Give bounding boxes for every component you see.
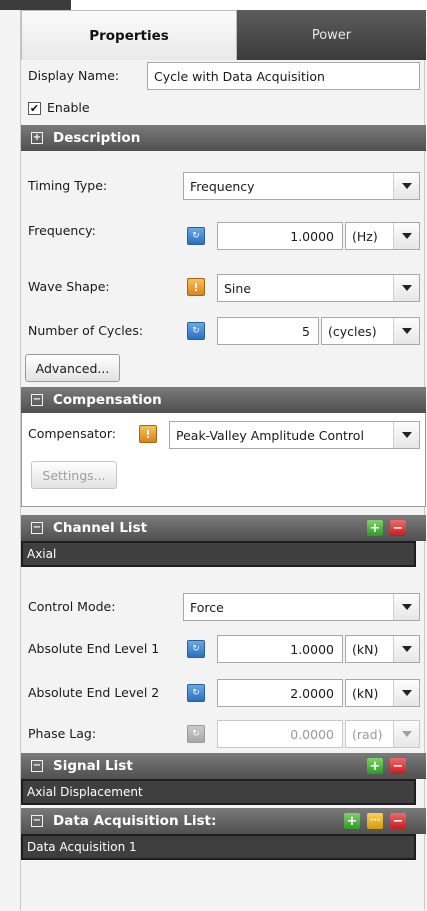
signal-list-section-header[interactable]: − Signal List + −: [21, 753, 426, 779]
cycles-unit-select[interactable]: (cycles): [321, 317, 420, 345]
timing-type-select[interactable]: Frequency: [183, 172, 420, 200]
more-options-icon[interactable]: ···: [367, 813, 383, 829]
chevron-down-icon: [401, 233, 412, 239]
collapse-icon[interactable]: −: [31, 815, 43, 827]
frequency-input[interactable]: 1.0000: [217, 222, 343, 250]
frequency-unit-dropdown-arrow[interactable]: [393, 223, 419, 249]
phase-lag-label: Phase Lag:: [28, 726, 97, 741]
absolute-end-level-1-input[interactable]: 1.0000: [217, 635, 343, 663]
collapse-icon[interactable]: −: [31, 522, 43, 534]
wave-shape-dropdown-arrow[interactable]: [393, 275, 419, 301]
chevron-down-icon: [401, 690, 412, 696]
frequency-unit-select[interactable]: (Hz): [345, 222, 420, 250]
description-section-header[interactable]: + Description: [21, 125, 426, 151]
data-acquisition-section-header[interactable]: − Data Acquisition List: + ··· −: [21, 808, 426, 834]
chevron-down-icon: [401, 285, 412, 291]
phase-lag-unit-value: (rad): [352, 726, 383, 742]
expand-icon[interactable]: +: [31, 132, 43, 144]
chevron-down-icon: [401, 183, 412, 189]
end-level-1-unit-select[interactable]: (kN): [345, 635, 420, 663]
display-name-input[interactable]: Cycle with Data Acquisition: [147, 62, 420, 90]
chevron-down-icon: [401, 731, 412, 737]
add-data-acquisition-icon[interactable]: +: [344, 813, 360, 829]
compensator-dropdown-arrow[interactable]: [393, 422, 419, 448]
enable-label: Enable: [47, 100, 90, 115]
collapse-icon[interactable]: −: [31, 760, 43, 772]
remove-signal-icon[interactable]: −: [390, 758, 406, 774]
wave-shape-select[interactable]: Sine: [217, 274, 420, 302]
display-name-label: Display Name:: [28, 68, 120, 83]
end-level-1-unit-dropdown-arrow[interactable]: [393, 636, 419, 662]
top-bar-dark-strip: [0, 0, 71, 10]
remove-data-acquisition-icon[interactable]: −: [390, 813, 406, 829]
tab-power-label: Power: [311, 27, 352, 43]
end-level-2-unit-dropdown-arrow[interactable]: [393, 680, 419, 706]
tab-power[interactable]: Power: [237, 10, 426, 60]
control-mode-label: Control Mode:: [28, 599, 116, 614]
settings-button[interactable]: Settings...: [31, 461, 117, 489]
control-mode-dropdown-arrow[interactable]: [393, 594, 419, 620]
phase-lag-input: 0.0000: [217, 720, 343, 748]
variable-link-icon[interactable]: ↻: [187, 684, 205, 702]
data-acquisition-title: Data Acquisition List:: [53, 813, 217, 829]
number-of-cycles-label: Number of Cycles:: [28, 323, 144, 338]
chevron-down-icon: [401, 604, 412, 610]
remove-channel-icon[interactable]: −: [390, 520, 406, 536]
channel-list-section-header[interactable]: − Channel List + −: [21, 515, 426, 541]
wave-shape-label: Wave Shape:: [28, 279, 110, 294]
phase-lag-dropdown-arrow: [393, 721, 419, 747]
enable-checkbox[interactable]: ✔: [28, 102, 41, 115]
control-mode-value: Force: [190, 599, 224, 615]
tab-properties-label: Properties: [89, 27, 169, 44]
add-signal-icon[interactable]: +: [367, 758, 383, 774]
end-level-2-unit-value: (kN): [352, 685, 379, 701]
variable-link-icon[interactable]: ↻: [187, 227, 205, 245]
chevron-down-icon: [401, 328, 412, 334]
add-channel-icon[interactable]: +: [367, 520, 383, 536]
end-level-1-unit-value: (kN): [352, 641, 379, 657]
phase-lag-unit-select: (rad): [345, 720, 420, 748]
cycles-unit-value: (cycles): [328, 323, 377, 339]
end-level-2-unit-select[interactable]: (kN): [345, 679, 420, 707]
advanced-button[interactable]: Advanced...: [25, 354, 120, 382]
compensator-select[interactable]: Peak-Valley Amplitude Control: [169, 421, 420, 449]
channel-list-title: Channel List: [53, 520, 148, 536]
wave-shape-value: Sine: [224, 280, 252, 296]
collapse-icon[interactable]: −: [31, 394, 43, 406]
constant-value-icon[interactable]: !: [139, 425, 157, 443]
data-acquisition-list-item[interactable]: Data Acquisition 1: [21, 834, 416, 860]
timing-type-value: Frequency: [190, 178, 255, 194]
chevron-down-icon: [401, 646, 412, 652]
frequency-label: Frequency:: [28, 223, 96, 238]
description-title: Description: [53, 130, 141, 146]
properties-panel: Properties Power Display Name: Cycle wit…: [20, 10, 426, 910]
signal-list-title: Signal List: [53, 758, 133, 774]
timing-type-label: Timing Type:: [28, 178, 108, 193]
chevron-down-icon: [401, 432, 412, 438]
channel-list-item[interactable]: Axial: [21, 541, 416, 567]
compensator-value: Peak-Valley Amplitude Control: [176, 427, 364, 443]
constant-value-icon[interactable]: !: [187, 278, 205, 296]
compensator-label: Compensator:: [28, 426, 116, 441]
control-mode-select[interactable]: Force: [183, 593, 420, 621]
variable-link-icon: ↻: [187, 725, 205, 743]
tab-properties[interactable]: Properties: [21, 10, 237, 60]
absolute-end-level-1-label: Absolute End Level 1: [28, 641, 160, 656]
top-bar: [0, 0, 427, 10]
frequency-unit-value: (Hz): [352, 228, 378, 244]
cycles-unit-dropdown-arrow[interactable]: [393, 318, 419, 344]
variable-link-icon[interactable]: ↻: [187, 322, 205, 340]
signal-list-item[interactable]: Axial Displacement: [21, 779, 416, 805]
compensation-title: Compensation: [53, 392, 162, 408]
properties-window: Properties Power Display Name: Cycle wit…: [0, 0, 427, 911]
compensation-section-header[interactable]: − Compensation: [21, 387, 426, 413]
variable-link-icon[interactable]: ↻: [187, 640, 205, 658]
absolute-end-level-2-input[interactable]: 2.0000: [217, 679, 343, 707]
absolute-end-level-2-label: Absolute End Level 2: [28, 685, 160, 700]
number-of-cycles-input[interactable]: 5: [217, 317, 319, 345]
timing-type-dropdown-arrow[interactable]: [393, 173, 419, 199]
